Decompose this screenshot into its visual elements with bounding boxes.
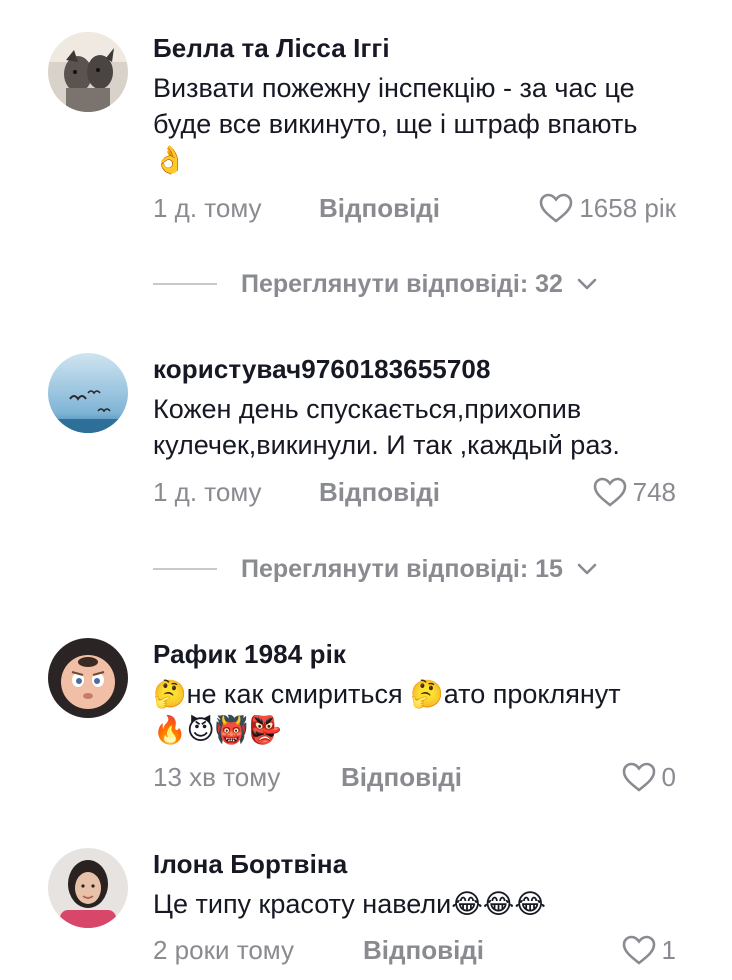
view-replies-button[interactable]: Переглянути відповіді: 32 — [153, 264, 597, 304]
laughing-emoji: 😂😂😂 — [451, 889, 546, 919]
comment-time: 13 хв тому — [153, 762, 281, 792]
comment-time: 2 роки тому — [153, 935, 294, 965]
emoji-line: 🔥😈👹👺 — [153, 715, 283, 745]
comment-body: користувач9760183655708 Кожен день спуск… — [153, 353, 676, 463]
comment-text-content: не как смириться — [186, 679, 411, 709]
heart-icon — [540, 193, 573, 223]
two-dogs-avatar-image — [48, 32, 128, 112]
view-replies-label: Переглянути відповіді: 32 — [241, 269, 563, 298]
reply-button[interactable]: Відповіді — [319, 188, 440, 228]
comment-body: Белла та Лісса Іггі Визвати пожежну інсп… — [153, 32, 676, 178]
comment-username[interactable]: Рафик 1984 рік — [153, 638, 676, 670]
heart-icon — [622, 935, 655, 965]
comment-text-content: Це типу красоту навели — [153, 889, 452, 919]
comment-body: Рафик 1984 рік 🤔не как смириться 🤔ато пр… — [153, 638, 676, 748]
like-button[interactable]: 748 — [593, 472, 676, 512]
comment-username[interactable]: користувач9760183655708 — [153, 353, 676, 385]
comment-body: Ілона Бортвіна Це типу красоту навели😂😂😂 — [153, 848, 676, 922]
heart-icon — [622, 762, 655, 792]
comment-meta: 13 хв тому Відповіді 0 — [153, 757, 676, 797]
reply-button[interactable]: Відповіді — [363, 930, 484, 970]
avatar[interactable] — [48, 848, 128, 928]
like-count: 0 — [661, 762, 676, 792]
comment-text-content: ато проклянут — [443, 679, 621, 709]
comment-time: 1 д. тому — [153, 193, 262, 223]
comment-text: Це типу красоту навели😂😂😂 — [153, 886, 676, 922]
ok-hand-emoji: 👌 — [153, 145, 187, 175]
heart-icon — [593, 477, 626, 507]
comment-meta: 1 д. тому Відповіді 1658 рік — [153, 188, 676, 228]
comment-text: Визвати пожежну інспекцію - за час це бу… — [153, 70, 676, 178]
comment-meta: 2 роки тому Відповіді 1 — [153, 930, 676, 970]
like-button[interactable]: 0 — [622, 757, 676, 797]
like-count: 1 — [661, 935, 676, 965]
divider-line — [153, 283, 217, 285]
like-count: 748 — [632, 477, 676, 507]
like-button[interactable]: 1 — [622, 930, 676, 970]
cartoon-baby-avatar-image — [48, 638, 128, 718]
comment-time: 1 д. тому — [153, 477, 262, 507]
seagulls-avatar-image — [48, 353, 128, 433]
chevron-down-icon — [577, 563, 597, 575]
comment-text: Кожен день спускається,прихопив кулечек,… — [153, 394, 620, 460]
avatar[interactable] — [48, 638, 128, 718]
comment-text-content: Визвати пожежну інспекцію - за час це бу… — [153, 73, 643, 139]
thinking-emoji: 🤔 — [410, 679, 444, 709]
like-count: 1658 рік — [579, 193, 676, 223]
avatar[interactable] — [48, 32, 128, 112]
view-replies-label: Переглянути відповіді: 15 — [241, 554, 563, 583]
like-button[interactable]: 1658 рік — [539, 188, 676, 228]
comment-text: 🤔не как смириться 🤔ато проклянут 🔥😈👹👺 — [153, 676, 676, 748]
woman-avatar-image — [48, 848, 128, 928]
thinking-emoji: 🤔 — [153, 679, 187, 709]
comment-username[interactable]: Белла та Лісса Іггі — [153, 32, 676, 64]
reply-button[interactable]: Відповіді — [341, 757, 462, 797]
chevron-down-icon — [577, 278, 597, 290]
reply-button[interactable]: Відповіді — [319, 472, 440, 512]
comment-username[interactable]: Ілона Бортвіна — [153, 848, 676, 880]
comment-meta: 1 д. тому Відповіді 748 — [153, 472, 676, 512]
view-replies-button[interactable]: Переглянути відповіді: 15 — [153, 549, 597, 589]
divider-line — [153, 568, 217, 570]
avatar[interactable] — [48, 353, 128, 433]
